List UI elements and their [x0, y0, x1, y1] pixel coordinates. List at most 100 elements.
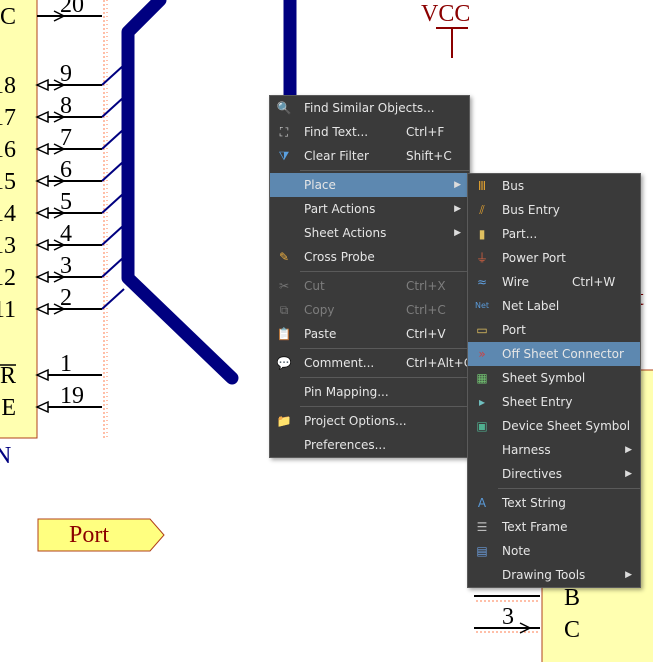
menu-item-find-text[interactable]: ⛶ Find Text... Ctrl+F: [270, 120, 469, 144]
menu-item-label: Paste: [304, 327, 337, 341]
menu-item-project-options[interactable]: 📁 Project Options...: [270, 409, 469, 433]
menu-item-bus[interactable]: Ⅲ Bus: [468, 174, 640, 198]
menu-item-label: Preferences...: [304, 438, 387, 452]
menu-item-sheet-symbol[interactable]: ▦ Sheet Symbol: [468, 366, 640, 390]
menu-item-label: Find Text...: [304, 125, 369, 139]
menu-item-harness[interactable]: Harness ▶: [468, 438, 640, 462]
menu-item-part[interactable]: ▮ Part...: [468, 222, 640, 246]
menu-item-find-similar-objects[interactable]: 🔍 Find Similar Objects...: [270, 96, 469, 120]
menu-item-label: Find Similar Objects...: [304, 101, 435, 115]
bus-entry[interactable]: [101, 192, 125, 214]
port-label: Port: [69, 522, 109, 548]
net-label-icon: Net: [474, 301, 490, 310]
bus-entry[interactable]: [101, 160, 125, 182]
sheet-entry-icon: ▸: [478, 395, 486, 409]
bus-entry[interactable]: [101, 96, 125, 118]
menu-item-cross-probe[interactable]: ✎ Cross Probe: [270, 245, 469, 269]
bus-icon: Ⅲ: [477, 179, 487, 193]
text-frame-icon: ☰: [476, 520, 488, 534]
menu-item-label: Note: [502, 544, 531, 558]
menu-item-part-actions[interactable]: Part Actions ▶: [270, 197, 469, 221]
menu-item-label: Sheet Entry: [502, 395, 573, 409]
menu-item-shortcut: Ctrl+W: [572, 275, 616, 289]
menu-item-pin-mapping[interactable]: Pin Mapping...: [270, 380, 469, 404]
pin-label: 18: [0, 73, 16, 99]
bus-entry[interactable]: [101, 256, 125, 278]
menu-item-label: Bus: [502, 179, 525, 193]
pin-number: 9: [60, 61, 72, 87]
submenu-arrow-icon: ▶: [625, 469, 632, 479]
menu-separator: [300, 348, 469, 349]
bus-entry-icon: ⫽: [479, 203, 485, 217]
menu-item-label: Part...: [502, 227, 538, 241]
place-submenu[interactable]: Ⅲ Bus ⫽ Bus Entry ▮ Part... ⏚ Power Port ≈ Wire Ct…: [467, 173, 641, 588]
pin-label: 15: [0, 169, 16, 195]
menu-item-net-label[interactable]: Net Net Label: [468, 294, 640, 318]
menu-item-label: Cut: [304, 279, 325, 293]
menu-item-cut[interactable]: ✂ Cut Ctrl+X: [270, 274, 469, 298]
menu-item-label: Port: [502, 323, 526, 337]
bus-entry[interactable]: [101, 288, 125, 310]
menu-item-note[interactable]: ▤ Note: [468, 539, 640, 563]
pin-number: 3: [60, 253, 72, 279]
menu-item-text-string[interactable]: A Text String: [468, 491, 640, 515]
menu-item-label: Wire: [502, 275, 529, 289]
vcc-power-port[interactable]: VCC: [421, 1, 470, 58]
pin-label: 12: [0, 265, 16, 291]
menu-item-clear-filter[interactable]: ⧩ Clear Filter Shift+C: [270, 144, 469, 168]
pin-label: 14: [0, 201, 16, 227]
menu-item-off-sheet-connector[interactable]: » Off Sheet Connector: [468, 342, 640, 366]
text-string-icon: A: [477, 496, 487, 510]
submenu-arrow-icon: ▶: [454, 204, 461, 214]
wire-icon: ≈: [476, 275, 488, 289]
right-label-b: B: [564, 585, 580, 611]
menu-item-preferences[interactable]: Preferences...: [270, 433, 469, 457]
menu-item-shortcut: Ctrl+X: [406, 279, 446, 293]
binoculars-icon: ⛶: [279, 125, 289, 139]
menu-item-shortcut: Ctrl+Alt+C: [406, 356, 473, 370]
menu-item-port[interactable]: ▭ Port: [468, 318, 640, 342]
port-symbol[interactable]: Port: [37, 518, 165, 552]
context-menu[interactable]: 🔍 Find Similar Objects... ⛶ Find Text... Ctr…: [269, 95, 473, 458]
part-icon: ▮: [478, 227, 486, 241]
menu-item-comment[interactable]: 💬 Comment... Ctrl+Alt+C: [270, 351, 473, 375]
menu-item-drawing-tools[interactable]: Drawing Tools ▶: [468, 563, 640, 587]
menu-item-bus-entry[interactable]: ⫽ Bus Entry: [468, 198, 640, 222]
menu-item-label: Part Actions: [304, 202, 376, 216]
search-icon: 🔍: [276, 101, 292, 115]
menu-item-device-sheet-symbol[interactable]: ▣ Device Sheet Symbol: [468, 414, 640, 438]
paste-icon: 📋: [276, 327, 292, 341]
menu-item-directives[interactable]: Directives ▶: [468, 462, 640, 486]
menu-separator: [300, 377, 469, 378]
menu-item-label: Pin Mapping...: [304, 385, 389, 399]
pin-number: 3: [502, 604, 514, 630]
sheet-symbol-icon: ▦: [476, 371, 488, 385]
menu-item-sheet-actions[interactable]: Sheet Actions ▶: [270, 221, 469, 245]
submenu-arrow-icon: ▶: [454, 180, 461, 190]
menu-item-label: Off Sheet Connector: [502, 347, 624, 361]
pin-label: C: [0, 4, 16, 30]
menu-item-paste[interactable]: 📋 Paste Ctrl+V: [270, 322, 469, 346]
vcc-label: VCC: [421, 1, 470, 27]
submenu-arrow-icon: ▶: [625, 570, 632, 580]
bus-entry[interactable]: [101, 224, 125, 246]
menu-item-wire[interactable]: ≈ Wire Ctrl+W: [468, 270, 640, 294]
menu-item-copy[interactable]: ⧉ Copy Ctrl+C: [270, 298, 469, 322]
device-sheet-symbol-icon: ▣: [476, 419, 488, 433]
pin-number: 5: [60, 189, 72, 215]
bus-entry[interactable]: [101, 64, 125, 86]
clear-filter-icon: ⧩: [278, 149, 290, 163]
copy-icon: ⧉: [279, 303, 289, 317]
menu-item-text-frame[interactable]: ☰ Text Frame: [468, 515, 640, 539]
pin[interactable]: 20 C: [0, 0, 102, 30]
bus-line[interactable]: [121, 0, 239, 385]
menu-item-sheet-entry[interactable]: ▸ Sheet Entry: [468, 390, 640, 414]
component-footer-label: N: [0, 443, 11, 469]
menu-item-place[interactable]: Place ▶: [270, 173, 469, 197]
menu-item-label: Device Sheet Symbol: [502, 419, 631, 433]
pin-label: 13: [0, 233, 16, 259]
bus-entry[interactable]: [101, 128, 125, 150]
menu-item-label: Sheet Actions: [304, 226, 387, 240]
menu-separator: [300, 271, 469, 272]
menu-item-power-port[interactable]: ⏚ Power Port: [468, 246, 640, 270]
